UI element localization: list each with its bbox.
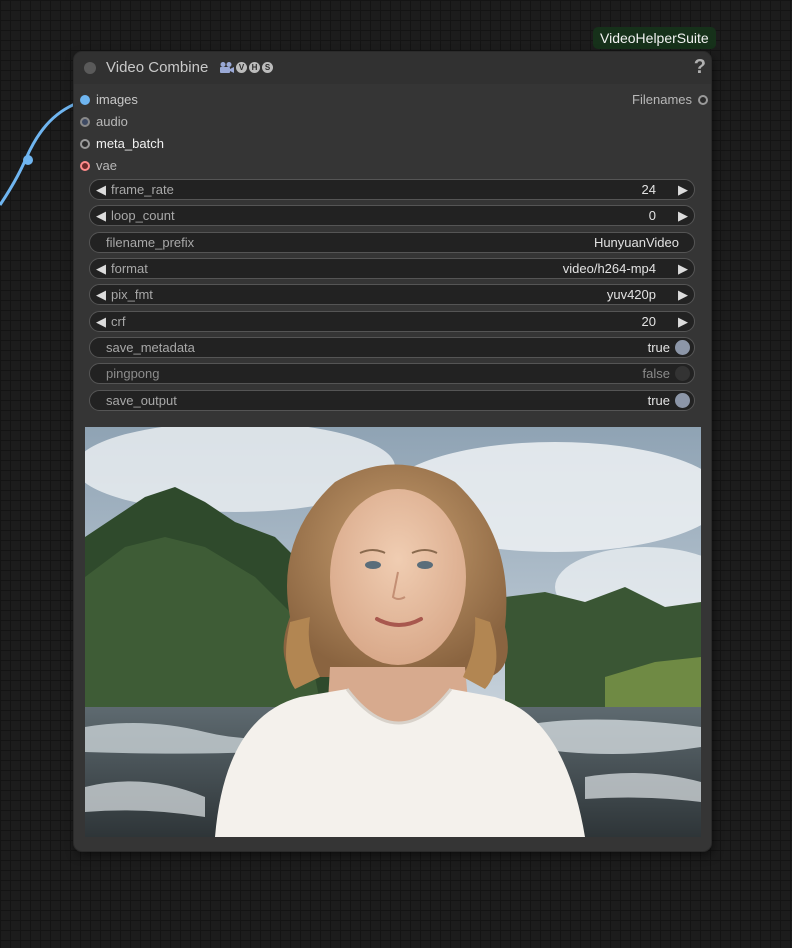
toggle-knob-icon[interactable] xyxy=(675,340,690,355)
slot-connector-icon[interactable] xyxy=(80,139,90,149)
save-metadata-toggle[interactable]: save_metadata true xyxy=(89,337,695,358)
collapse-toggle[interactable] xyxy=(84,62,96,74)
video-preview[interactable] xyxy=(85,427,701,837)
slot-connector-icon[interactable] xyxy=(80,117,90,127)
slot-connector-icon[interactable] xyxy=(80,161,90,171)
crf-widget[interactable]: ◀ crf 20 ▶ xyxy=(89,311,695,332)
increment-arrow-icon[interactable]: ▶ xyxy=(678,314,688,330)
previous-option-icon[interactable]: ◀ xyxy=(96,287,106,303)
frame-rate-widget[interactable]: ◀ frame_rate 24 ▶ xyxy=(89,179,695,200)
format-combo[interactable]: ◀ format video/h264-mp4 ▶ xyxy=(89,258,695,279)
toggle-knob-icon[interactable] xyxy=(675,366,690,381)
v-badge-icon: V xyxy=(236,62,247,73)
previous-option-icon[interactable]: ◀ xyxy=(96,261,106,277)
increment-arrow-icon[interactable]: ▶ xyxy=(678,182,688,198)
slot-connector-icon[interactable] xyxy=(698,95,708,105)
preview-image xyxy=(85,427,701,837)
pix-fmt-combo[interactable]: ◀ pix_fmt yuv420p ▶ xyxy=(89,284,695,305)
filename-prefix-input[interactable]: filename_prefix HunyuanVideo xyxy=(89,232,695,253)
loop-count-widget[interactable]: ◀ loop_count 0 ▶ xyxy=(89,205,695,226)
decrement-arrow-icon[interactable]: ◀ xyxy=(96,182,106,198)
next-option-icon[interactable]: ▶ xyxy=(678,261,688,277)
help-icon[interactable]: ? xyxy=(694,56,706,79)
decrement-arrow-icon[interactable]: ◀ xyxy=(96,314,106,330)
node-header[interactable]: Video Combine V H S ? xyxy=(74,52,711,84)
title-icons: V H S xyxy=(219,61,273,74)
h-badge-icon: H xyxy=(249,62,260,73)
video-combine-node[interactable]: Video Combine V H S ? images audio meta_… xyxy=(74,52,711,851)
slot-connector-icon[interactable] xyxy=(80,95,90,105)
next-option-icon[interactable]: ▶ xyxy=(678,287,688,303)
node-title: Video Combine xyxy=(106,59,209,76)
s-badge-icon: S xyxy=(262,62,273,73)
save-output-toggle[interactable]: save_output true xyxy=(89,390,695,411)
increment-arrow-icon[interactable]: ▶ xyxy=(678,208,688,224)
pingpong-toggle[interactable]: pingpong false xyxy=(89,363,695,384)
node-source-badge: VideoHelperSuite xyxy=(593,27,716,49)
toggle-knob-icon[interactable] xyxy=(675,393,690,408)
output-slot-filenames[interactable]: Filenames xyxy=(588,91,708,109)
film-camera-icon xyxy=(220,62,234,73)
decrement-arrow-icon[interactable]: ◀ xyxy=(96,208,106,224)
